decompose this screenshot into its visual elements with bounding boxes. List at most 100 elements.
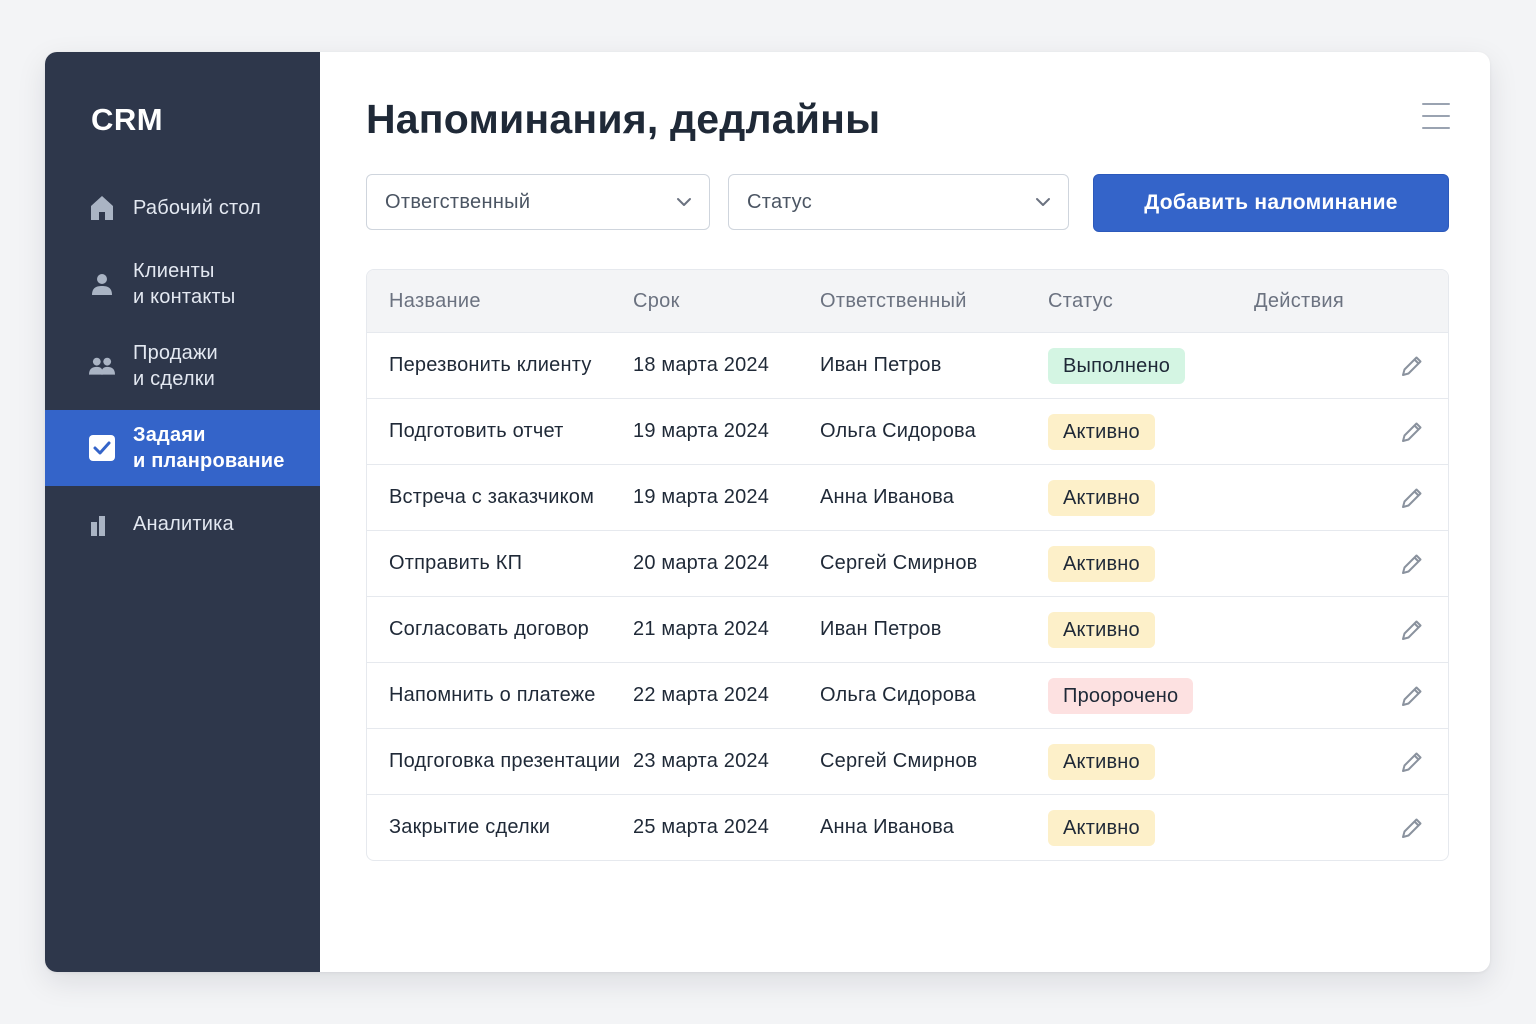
task-due-date: 23 марта 2024 bbox=[633, 728, 820, 795]
pencil-edit-icon[interactable] bbox=[1398, 682, 1426, 710]
pencil-edit-icon[interactable] bbox=[1398, 484, 1426, 512]
checkbox-icon bbox=[89, 435, 115, 461]
column-header-owner[interactable]: Ответственный bbox=[820, 270, 1048, 333]
table-row[interactable]: Подгоговка презентации 23 марта 2024 Серге… bbox=[367, 728, 1448, 795]
pencil-edit-icon[interactable] bbox=[1398, 814, 1426, 842]
bar-chart-icon bbox=[89, 511, 115, 537]
app-window: CRM Рабочий стол Клиенты и контакты Прод… bbox=[45, 52, 1490, 972]
task-owner: Ольга Сидорова bbox=[820, 398, 1048, 465]
home-icon bbox=[89, 195, 115, 221]
status-badge: Активно bbox=[1048, 413, 1155, 450]
sidebar-item-clients[interactable]: Клиенты и контакты bbox=[45, 246, 320, 322]
sidebar: CRM Рабочий стол Клиенты и контакты Прод… bbox=[45, 52, 320, 972]
table-row[interactable]: Отправить КП 20 марта 2024 Сергей Смирнов А… bbox=[367, 530, 1448, 597]
task-due-date: 19 марта 2024 bbox=[633, 464, 820, 531]
sidebar-nav: Рабочий стол Клиенты и контакты Продажи bbox=[45, 176, 320, 562]
status-cell: Проорочено bbox=[1048, 662, 1254, 729]
pencil-edit-icon[interactable] bbox=[1398, 352, 1426, 380]
status-badge: Активно bbox=[1048, 809, 1155, 846]
actions-cell bbox=[1254, 728, 1448, 795]
task-name: Отправить КП bbox=[367, 530, 633, 597]
task-name: Закрытие сделки bbox=[367, 794, 633, 860]
filters-bar: Отвегственный Статус Добавить наломинани… bbox=[366, 174, 1449, 232]
table-row[interactable]: Согласовать договор 21 марта 2024 Иван Пет… bbox=[367, 596, 1448, 663]
task-due-date: 20 марта 2024 bbox=[633, 530, 820, 597]
task-owner: Сергей Смирнов bbox=[820, 530, 1048, 597]
column-header-name[interactable]: Название bbox=[367, 270, 633, 333]
task-owner: Анна Иванова bbox=[820, 794, 1048, 860]
sidebar-item-dashboard[interactable]: Рабочий стол bbox=[45, 176, 320, 240]
status-cell: Активно bbox=[1048, 464, 1254, 531]
chevron-down-icon bbox=[677, 198, 691, 206]
pencil-edit-icon[interactable] bbox=[1398, 748, 1426, 776]
chevron-down-icon bbox=[1036, 198, 1050, 206]
table-row[interactable]: Перезвонить клиенту 18 марта 2024 Иван Пет… bbox=[367, 332, 1448, 399]
main-content: Напоминания, дедлайны Отвегственный Стат… bbox=[320, 52, 1490, 972]
user-icon bbox=[89, 271, 115, 297]
actions-cell bbox=[1254, 332, 1448, 399]
column-header-status[interactable]: Статус bbox=[1048, 270, 1254, 333]
status-badge: Проорочено bbox=[1048, 677, 1194, 714]
task-owner: Ольга Сидорова bbox=[820, 662, 1048, 729]
actions-cell bbox=[1254, 794, 1448, 860]
sidebar-item-label: Продажи и сделки bbox=[133, 342, 218, 390]
actions-cell bbox=[1254, 596, 1448, 663]
task-name: Встреча с заказчиком bbox=[367, 464, 633, 531]
table-row[interactable]: Встреча с заказчиком 19 марта 2024 Анна Ив… bbox=[367, 464, 1448, 531]
task-owner: Анна Иванова bbox=[820, 464, 1048, 531]
status-badge: Активно bbox=[1048, 743, 1155, 780]
table-row[interactable]: Напомнить о платеже 22 марта 2024 Ольга Си… bbox=[367, 662, 1448, 729]
status-cell: Активно bbox=[1048, 398, 1254, 465]
pencil-edit-icon[interactable] bbox=[1398, 550, 1426, 578]
status-cell: Активно bbox=[1048, 596, 1254, 663]
actions-cell bbox=[1254, 662, 1448, 729]
task-name: Напомнить о платеже bbox=[367, 662, 633, 729]
responsible-select[interactable]: Отвегственный bbox=[366, 174, 710, 230]
status-cell: Активно bbox=[1048, 530, 1254, 597]
task-due-date: 21 марта 2024 bbox=[633, 596, 820, 663]
status-cell: Активно bbox=[1048, 794, 1254, 860]
table-row[interactable]: Закрытие сделки 25 марта 2024 Анна Иванова… bbox=[367, 794, 1448, 860]
pencil-edit-icon[interactable] bbox=[1398, 616, 1426, 644]
task-name: Перезвонить клиенту bbox=[367, 332, 633, 399]
sidebar-item-label: Аналитика bbox=[133, 513, 234, 535]
reminders-table: Название Срок Ответственный Статус Дейст… bbox=[366, 269, 1449, 861]
task-name: Подготовить отчет bbox=[367, 398, 633, 465]
status-select-value: Статус bbox=[747, 190, 813, 213]
task-due-date: 25 марта 2024 bbox=[633, 794, 820, 860]
column-header-due[interactable]: Срок bbox=[633, 270, 820, 333]
page-title: Напоминания, дедлайны bbox=[366, 96, 881, 142]
task-due-date: 18 марта 2024 bbox=[633, 332, 820, 399]
task-owner: Иван Петров bbox=[820, 596, 1048, 663]
table-row[interactable]: Подготовить отчет 19 марта 2024 Ольга Сидо… bbox=[367, 398, 1448, 465]
status-select[interactable]: Статус bbox=[728, 174, 1069, 230]
pencil-edit-icon[interactable] bbox=[1398, 418, 1426, 446]
actions-cell bbox=[1254, 464, 1448, 531]
sidebar-item-label: Рабочий стол bbox=[133, 197, 261, 219]
sidebar-item-label: Клиенты и контакты bbox=[133, 260, 236, 308]
column-header-actions: Действия bbox=[1254, 289, 1345, 312]
task-name: Согласовать договор bbox=[367, 596, 633, 663]
actions-cell bbox=[1254, 398, 1448, 465]
task-due-date: 19 марта 2024 bbox=[633, 398, 820, 465]
task-due-date: 22 марта 2024 bbox=[633, 662, 820, 729]
hamburger-menu-icon[interactable] bbox=[1422, 102, 1450, 130]
sidebar-item-sales[interactable]: Продажи и сделки bbox=[45, 328, 320, 404]
status-badge: Активно bbox=[1048, 611, 1155, 648]
responsible-select-value: Отвегственный bbox=[385, 190, 531, 213]
table-header-row: Название Срок Ответственный Статус Дейст… bbox=[367, 270, 1448, 333]
sidebar-item-label: Задаяи и планрование bbox=[133, 424, 285, 472]
sidebar-item-analytics[interactable]: Аналитика bbox=[45, 492, 320, 556]
sidebar-item-tasks[interactable]: Задаяи и планрование bbox=[45, 410, 320, 486]
add-reminder-button[interactable]: Добавить наломинание bbox=[1093, 174, 1449, 232]
status-badge: Активно bbox=[1048, 479, 1155, 516]
users-icon bbox=[89, 353, 115, 379]
status-badge: Активно bbox=[1048, 545, 1155, 582]
task-owner: Иван Петров bbox=[820, 332, 1048, 399]
actions-cell bbox=[1254, 530, 1448, 597]
task-owner: Сергей Смирнов bbox=[820, 728, 1048, 795]
status-cell: Активно bbox=[1048, 728, 1254, 795]
status-badge: Выполнено bbox=[1048, 347, 1186, 384]
brand-logo: CRM bbox=[91, 102, 164, 137]
status-cell: Выполнено bbox=[1048, 332, 1254, 399]
